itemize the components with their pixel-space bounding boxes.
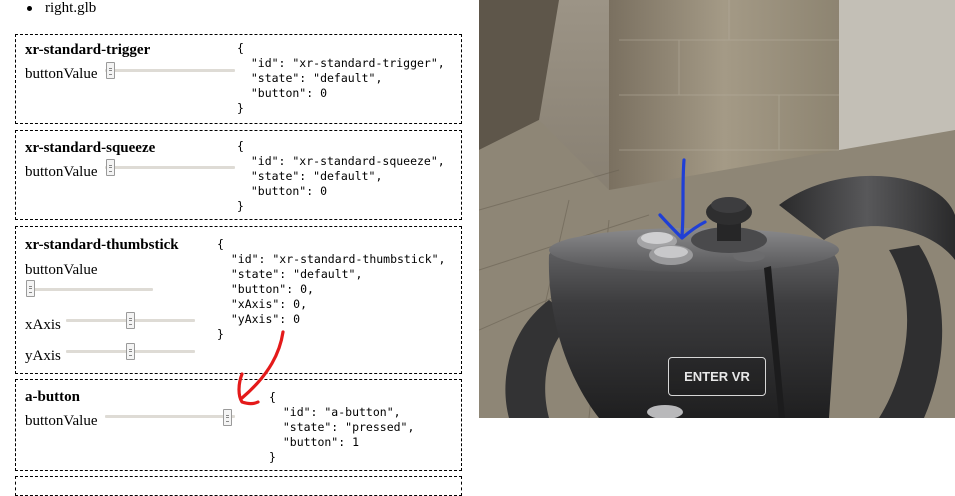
component-json: { "id": "xr-standard-trigger", "state": …: [237, 41, 445, 115]
button-value-label: buttonValue: [25, 66, 98, 82]
enter-vr-button[interactable]: ENTER VR: [668, 357, 766, 396]
button-value-label: buttonValue: [25, 164, 98, 180]
red-arrow-annotation: [237, 330, 285, 406]
button-value-label: buttonValue: [25, 262, 98, 278]
slider-thumb[interactable]: [126, 343, 135, 360]
y-axis-label: yAxis: [25, 348, 61, 364]
button-value-slider[interactable]: [105, 69, 235, 72]
file-name: right.glb: [45, 0, 97, 16]
x-axis-label: xAxis: [25, 317, 61, 333]
button-value-label: buttonValue: [25, 413, 98, 429]
component-title: xr-standard-trigger: [25, 42, 151, 58]
slider-thumb[interactable]: [106, 159, 115, 176]
bullet-icon: [27, 6, 32, 11]
slider-thumb[interactable]: [26, 280, 35, 297]
panel-xr-standard-squeeze: xr-standard-squeeze buttonValue { "id": …: [15, 130, 462, 220]
component-title: xr-standard-squeeze: [25, 140, 156, 156]
component-title: a-button: [25, 389, 81, 405]
panel-xr-standard-trigger: xr-standard-trigger buttonValue { "id": …: [15, 34, 462, 124]
button-value-slider[interactable]: [26, 288, 153, 291]
component-title: xr-standard-thumbstick: [25, 237, 179, 253]
vr-scene-viewport[interactable]: ENTER VR: [479, 0, 955, 418]
controls-column: right.glb xr-standard-trigger buttonValu…: [0, 0, 470, 496]
component-json: { "id": "xr-standard-thumbstick", "state…: [217, 237, 446, 341]
slider-thumb[interactable]: [223, 409, 232, 426]
scene-render: [479, 0, 955, 418]
slider-thumb[interactable]: [106, 62, 115, 79]
file-list-item[interactable]: right.glb: [27, 0, 96, 17]
button-value-slider[interactable]: [105, 415, 235, 418]
file-list: right.glb: [27, 0, 96, 17]
slider-thumb[interactable]: [126, 312, 135, 329]
button-value-slider[interactable]: [105, 166, 235, 169]
component-json: { "id": "xr-standard-squeeze", "state": …: [237, 139, 445, 213]
panel-next: [15, 476, 462, 496]
